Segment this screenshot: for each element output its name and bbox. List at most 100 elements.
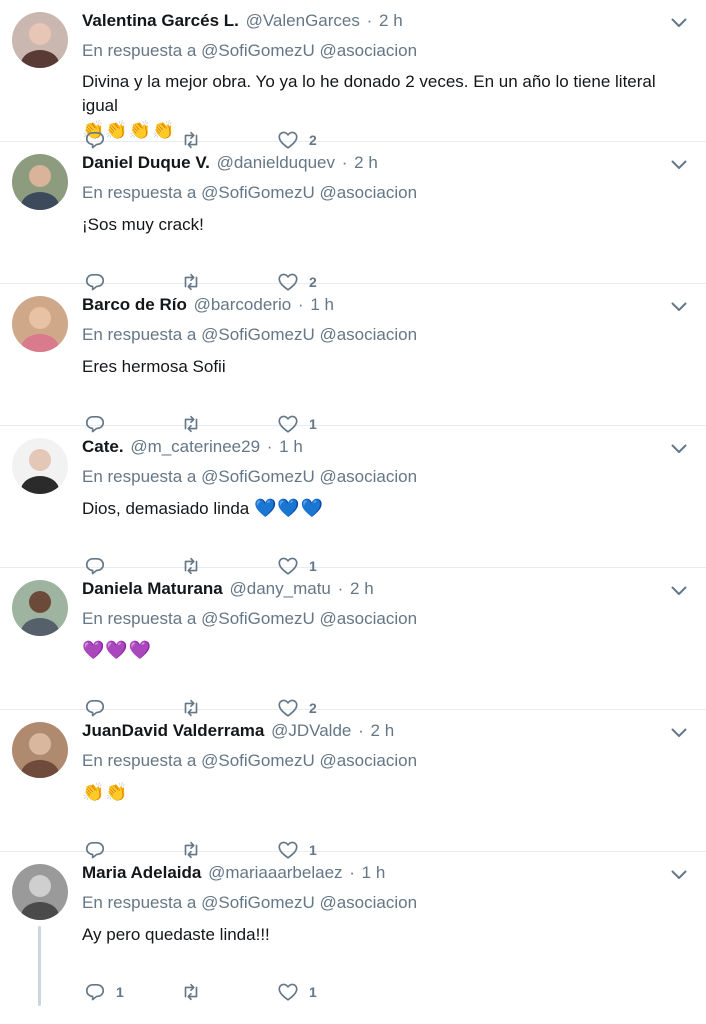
reply-context: En respuesta a @SofiGomezU @asociacion: [82, 467, 417, 487]
tweet-time[interactable]: 1 h: [279, 437, 303, 456]
user-handle[interactable]: @m_caterinee29: [130, 437, 260, 456]
tweet-text: 👏👏: [82, 780, 694, 805]
tweet-emoji: 💙💙💙: [254, 498, 325, 518]
mention-link[interactable]: @asociacion: [319, 183, 417, 202]
tweet[interactable]: Daniel Duque V. @danielduquev · 2 h En r…: [0, 142, 706, 291]
mention-link[interactable]: @asociacion: [319, 609, 417, 628]
reply-timeline: Valentina Garcés L. @ValenGarces · 2 h E…: [0, 0, 706, 1006]
tweet-text: Ay pero quedaste linda!!!: [82, 922, 694, 947]
tweet[interactable]: Barco de Río @barcoderio · 1 h En respue…: [0, 284, 706, 433]
tweet-time[interactable]: 2 h: [354, 153, 378, 172]
tweet-text: ¡Sos muy crack!: [82, 212, 694, 237]
tweet-header: Barco de Río @barcoderio · 1 h: [82, 295, 334, 315]
user-name[interactable]: Barco de Río: [82, 295, 187, 314]
reply-prefix: En respuesta a: [82, 325, 197, 344]
thread-connector-line: [38, 926, 41, 1006]
user-handle[interactable]: @danielduquev: [217, 153, 335, 172]
user-name[interactable]: Valentina Garcés L.: [82, 11, 239, 30]
user-name[interactable]: Maria Adelaida: [82, 863, 201, 882]
separator-dot: ·: [297, 295, 304, 314]
separator-dot: ·: [349, 863, 355, 882]
avatar[interactable]: [12, 296, 68, 352]
mention-link[interactable]: @SofiGomezU: [201, 751, 315, 770]
user-handle[interactable]: @mariaaarbelaez: [208, 863, 342, 882]
tweet-time[interactable]: 2 h: [371, 721, 395, 740]
tweet-emoji: 👏👏: [82, 782, 129, 802]
mention-link[interactable]: @SofiGomezU: [201, 183, 315, 202]
tweet[interactable]: Maria Adelaida @mariaaarbelaez · 1 h En …: [0, 852, 706, 1006]
user-handle[interactable]: @dany_matu: [230, 579, 331, 598]
tweet-text: 💜💜💜: [82, 638, 694, 663]
user-name[interactable]: JuanDavid Valderrama: [82, 721, 264, 740]
mention-link[interactable]: @SofiGomezU: [201, 609, 315, 628]
mention-link[interactable]: @SofiGomezU: [201, 325, 315, 344]
reply-prefix: En respuesta a: [82, 893, 197, 912]
tweet-emoji: 👏👏👏👏: [82, 120, 176, 140]
retweet-button[interactable]: [180, 981, 212, 1003]
tweet-text: Eres hermosa Sofii: [82, 354, 694, 379]
user-name[interactable]: Daniela Maturana: [82, 579, 223, 598]
chevron-down-icon[interactable]: [668, 582, 690, 600]
tweet-header: Daniela Maturana @dany_matu · 2 h: [82, 579, 374, 599]
tweet[interactable]: Daniela Maturana @dany_matu · 2 h En res…: [0, 568, 706, 717]
user-name[interactable]: Daniel Duque V.: [82, 153, 210, 172]
reply-context: En respuesta a @SofiGomezU @asociacion: [82, 609, 417, 629]
reply-context: En respuesta a @SofiGomezU @asociacion: [82, 41, 417, 61]
chevron-down-icon[interactable]: [668, 866, 690, 884]
user-handle[interactable]: @ValenGarces: [246, 11, 360, 30]
tweet-body: Dios, demasiado linda: [82, 499, 250, 518]
avatar[interactable]: [12, 580, 68, 636]
like-count: 1: [309, 984, 317, 1000]
retweet-icon: [184, 983, 198, 1001]
mention-link[interactable]: @asociacion: [319, 893, 417, 912]
avatar[interactable]: [12, 438, 68, 494]
reply-button[interactable]: 1: [84, 981, 124, 1003]
tweet-body: ¡Sos muy crack!: [82, 215, 204, 234]
tweet[interactable]: Valentina Garcés L. @ValenGarces · 2 h E…: [0, 0, 706, 149]
avatar[interactable]: [12, 722, 68, 778]
mention-link[interactable]: @asociacion: [319, 751, 417, 770]
chevron-down-icon[interactable]: [668, 440, 690, 458]
tweet-header: JuanDavid Valderrama @JDValde · 2 h: [82, 721, 394, 741]
avatar[interactable]: [12, 154, 68, 210]
tweet-text: Divina y la mejor obra. Yo ya lo he dona…: [82, 70, 694, 142]
tweet-header: Valentina Garcés L. @ValenGarces · 2 h: [82, 11, 403, 31]
mention-link[interactable]: @asociacion: [319, 325, 417, 344]
mention-link[interactable]: @asociacion: [319, 467, 417, 486]
tweet[interactable]: JuanDavid Valderrama @JDValde · 2 h En r…: [0, 710, 706, 859]
tweet-time[interactable]: 2 h: [350, 579, 374, 598]
mention-link[interactable]: @SofiGomezU: [201, 467, 315, 486]
reply-prefix: En respuesta a: [82, 183, 197, 202]
chevron-down-icon[interactable]: [668, 724, 690, 742]
tweet-time[interactable]: 1 h: [362, 863, 386, 882]
separator-dot: ·: [266, 437, 273, 456]
separator-dot: ·: [341, 153, 348, 172]
separator-dot: ·: [366, 11, 373, 30]
user-handle[interactable]: @barcoderio: [194, 295, 292, 314]
tweet-header: Maria Adelaida @mariaaarbelaez · 1 h: [82, 863, 385, 883]
user-name[interactable]: Cate.: [82, 437, 124, 456]
tweet-header: Daniel Duque V. @danielduquev · 2 h: [82, 153, 378, 173]
like-button[interactable]: 1: [277, 981, 317, 1003]
tweet-time[interactable]: 1 h: [310, 295, 334, 314]
chevron-down-icon[interactable]: [668, 298, 690, 316]
mention-link[interactable]: @SofiGomezU: [201, 893, 315, 912]
mention-link[interactable]: @SofiGomezU: [201, 41, 315, 60]
reply-context: En respuesta a @SofiGomezU @asociacion: [82, 183, 417, 203]
tweet-body: Eres hermosa Sofii: [82, 357, 226, 376]
tweet-time[interactable]: 2 h: [379, 11, 403, 30]
avatar[interactable]: [12, 12, 68, 68]
reply-prefix: En respuesta a: [82, 41, 197, 60]
tweet[interactable]: Cate. @m_caterinee29 · 1 h En respuesta …: [0, 426, 706, 575]
tweet-text: Dios, demasiado linda 💙💙💙: [82, 496, 694, 521]
chevron-down-icon[interactable]: [668, 156, 690, 174]
avatar[interactable]: [12, 864, 68, 920]
reply-context: En respuesta a @SofiGomezU @asociacion: [82, 751, 417, 771]
reply-prefix: En respuesta a: [82, 609, 197, 628]
user-handle[interactable]: @JDValde: [271, 721, 351, 740]
mention-link[interactable]: @asociacion: [319, 41, 417, 60]
separator-dot: ·: [358, 721, 364, 740]
reply-count: 1: [116, 984, 124, 1000]
chevron-down-icon[interactable]: [668, 14, 690, 32]
tweet-header: Cate. @m_caterinee29 · 1 h: [82, 437, 303, 457]
